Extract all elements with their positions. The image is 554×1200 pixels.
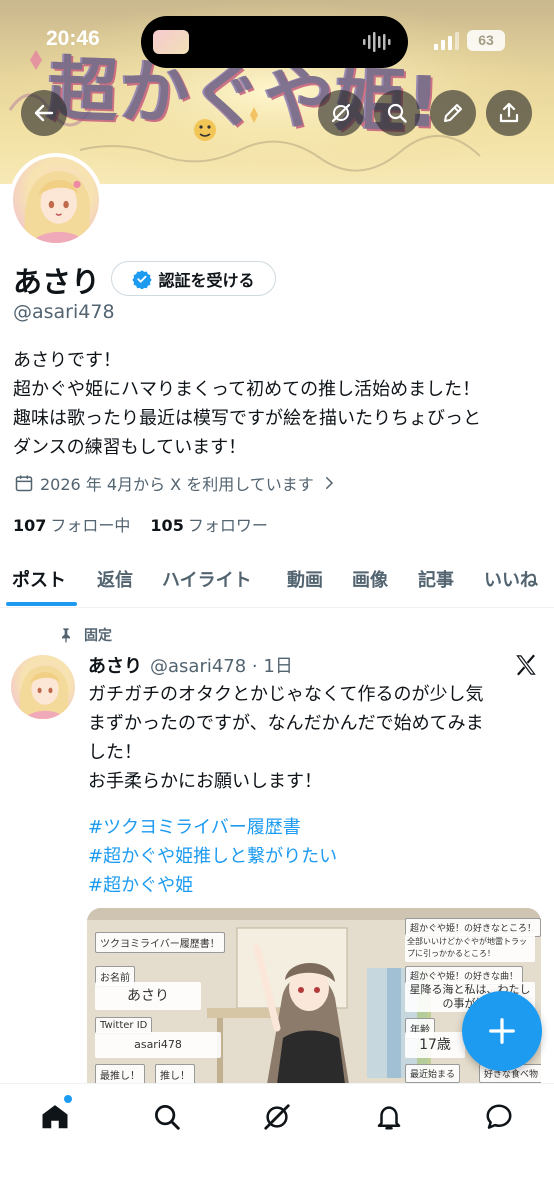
hashtag-link[interactable]: #超かぐや姫推しと繋がりたい: [88, 842, 337, 871]
share-icon: [499, 102, 519, 123]
get-verified-button[interactable]: 認証を受ける: [111, 261, 276, 296]
post-author-avatar[interactable]: [11, 655, 75, 719]
pin-icon: [62, 628, 70, 643]
followers-count: 105: [150, 516, 184, 535]
tab-posts[interactable]: ポスト: [12, 566, 66, 592]
following-count: 107: [13, 516, 47, 535]
plus-icon: [489, 1018, 515, 1044]
post-header: あさり @asari478 · 1日: [88, 652, 293, 678]
back-arrow-icon: [34, 104, 54, 122]
followers-link[interactable]: 105 フォロワー: [150, 512, 267, 536]
nav-messages[interactable]: [484, 1102, 514, 1132]
card-fav-point-value: 全部いいけどかぐやが地雷トラップに引っかかるところ！: [405, 934, 535, 962]
avatar-illustration: [24, 171, 96, 243]
pinned-label: 固定: [84, 628, 112, 644]
card-twitter-value: asari478: [95, 1032, 221, 1058]
search-icon: [387, 103, 407, 123]
tab-highlights[interactable]: ハイライト: [162, 566, 252, 592]
tab-articles[interactable]: 記事: [418, 566, 454, 592]
profile-avatar[interactable]: [9, 153, 103, 247]
calendar-icon: [15, 475, 33, 492]
tab-replies[interactable]: 返信: [97, 566, 133, 592]
back-button[interactable]: [21, 90, 67, 136]
pinned-indicator: 固定: [58, 625, 112, 645]
card-age-value: 17歳: [405, 1032, 465, 1058]
nav-notifications[interactable]: [374, 1102, 404, 1132]
pencil-icon: [444, 104, 462, 122]
active-tab-indicator: [6, 602, 77, 606]
status-time: 20:46: [46, 27, 100, 50]
chevron-right-icon: [325, 477, 333, 489]
battery-indicator: 63: [467, 30, 505, 51]
nav-home[interactable]: [40, 1102, 70, 1132]
following-link[interactable]: 107 フォロー中: [13, 512, 130, 536]
grok-icon: [264, 1104, 290, 1130]
share-button[interactable]: [486, 90, 532, 136]
card-oshi2-label: 推し！: [155, 1064, 195, 1084]
tab-likes[interactable]: いいね: [484, 566, 538, 592]
joined-text: 2026 年 4月から X を利用しています: [40, 475, 314, 494]
search-button[interactable]: [374, 90, 420, 136]
get-verified-label: 認証を受ける: [158, 270, 255, 290]
post-author-meta: @asari478 · 1日: [150, 656, 293, 677]
card-name-value: あさり: [95, 982, 201, 1010]
profile-tabs: ポスト 返信 ハイライト 動画 画像 記事 いいね: [0, 548, 554, 608]
card-oshi-label: 最推し！: [95, 1064, 145, 1084]
joined-date[interactable]: 2026 年 4月から X を利用しています: [14, 471, 338, 495]
profile-handle: @asari478: [13, 301, 115, 323]
card-title: ツクヨミライバー履歴書！: [95, 932, 225, 953]
tab-videos[interactable]: 動画: [287, 566, 323, 592]
bell-icon: [377, 1106, 401, 1130]
profile-bio: あさりです！ 超かぐや姫にハマりまくって初めての推し活始めました！ 趣味は歌った…: [13, 350, 481, 458]
followers-label: フォロワー: [187, 516, 268, 535]
hashtag-link[interactable]: #ツクヨミライバー履歴書: [88, 813, 337, 842]
follow-stats: 107 フォロー中 105 フォロワー: [13, 512, 268, 536]
card-recent-label: 最近始まる: [405, 1064, 461, 1083]
dynamic-island[interactable]: [141, 16, 408, 68]
avatar-illustration: [19, 665, 73, 719]
post-hashtags: #ツクヨミライバー履歴書 #超かぐや姫推しと繋がりたい #超かぐや姫: [88, 813, 337, 900]
hashtag-link[interactable]: #超かぐや姫: [88, 871, 337, 900]
messages-icon: [486, 1104, 512, 1129]
search-icon: [155, 1105, 180, 1130]
compose-button[interactable]: [462, 991, 542, 1071]
cellular-signal-icon: [434, 32, 459, 50]
post-text: ガチガチのオタクとかじゃなくて作るのが少し気 まずかったのですが、なんだかんだで…: [88, 684, 484, 792]
x-logo-icon: [516, 654, 536, 676]
post-author-name[interactable]: あさり: [88, 652, 142, 678]
grok-icon: [331, 103, 351, 123]
audio-wave-icon: [363, 32, 391, 52]
nav-grok[interactable]: [262, 1102, 292, 1132]
tab-images[interactable]: 画像: [352, 566, 388, 592]
verified-badge-icon: [132, 269, 153, 289]
following-label: フォロー中: [50, 516, 131, 535]
now-playing-thumbnail: [153, 30, 189, 54]
nav-search[interactable]: [152, 1102, 182, 1132]
profile-name: あさり: [13, 265, 101, 299]
bottom-navigation: [0, 1083, 554, 1200]
edit-button[interactable]: [430, 90, 476, 136]
grok-button[interactable]: [318, 90, 364, 136]
home-notification-dot: [64, 1095, 72, 1103]
home-icon: [42, 1105, 68, 1129]
